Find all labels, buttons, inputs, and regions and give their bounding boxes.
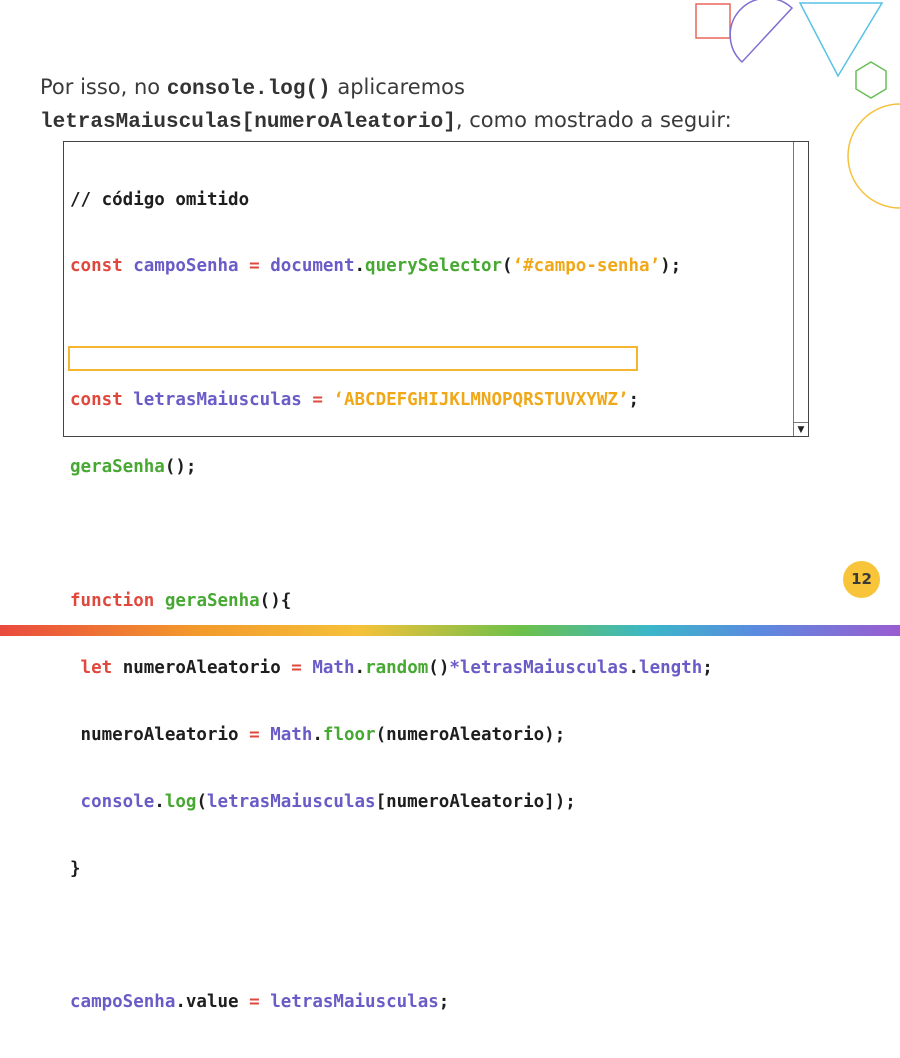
code-line-13: campoSenha.value = letrasMaiusculas;: [70, 991, 713, 1013]
code-line-10: console.log(letrasMaiusculas[numeroAleat…: [70, 791, 713, 813]
comment: // código omitido: [70, 189, 250, 210]
punct: (){: [259, 590, 292, 611]
code-line-4: const letrasMaiusculas = ‘ABCDEFGHIJKLMN…: [70, 389, 713, 411]
identifier: document: [259, 256, 355, 277]
property: .value: [175, 992, 250, 1013]
scroll-down-arrow-icon[interactable]: ▼: [794, 422, 808, 436]
inline-code-console-log: console.log(): [166, 78, 331, 101]
intro-text-2: aplicaremos: [330, 75, 465, 99]
code-line-11: }: [70, 858, 713, 880]
identifier: letrasMaiusculas: [207, 791, 376, 812]
identifier: numeroAleatorio: [70, 724, 250, 745]
intro-text-1: Por isso, no: [40, 75, 167, 99]
operator: =: [291, 657, 302, 678]
triangle-shape: [798, 2, 884, 78]
code-block: // código omitido const campoSenha = doc…: [63, 141, 809, 1012]
punct: (: [196, 791, 207, 812]
circle-arc-shape: [847, 103, 900, 209]
punct: .: [628, 657, 640, 678]
identifier: Math: [301, 657, 355, 678]
identifier: *letrasMaiusculas: [449, 657, 629, 678]
punct: ;: [702, 657, 713, 678]
method: querySelector: [365, 256, 503, 277]
highlight-box: [68, 346, 638, 371]
method: floor: [322, 724, 376, 745]
function-name: geraSenha: [154, 590, 260, 611]
identifier: letrasMaiusculas: [122, 390, 313, 411]
intro-paragraph: Por isso, no console.log() aplicaremos l…: [40, 72, 840, 138]
punct: .: [312, 724, 323, 745]
bottom-gradient-bar: [0, 625, 900, 636]
code-scrollbar[interactable]: ▼: [793, 142, 808, 436]
square-shape: [695, 3, 731, 39]
punct: [numeroAleatorio]);: [375, 791, 576, 812]
code-line-1: // código omitido: [70, 189, 713, 211]
code-line-8: let numeroAleatorio = Math.random()*letr…: [70, 657, 713, 679]
keyword: const: [70, 390, 123, 411]
code-line-7: function geraSenha(){: [70, 590, 713, 612]
property: length: [639, 657, 703, 678]
identifier: campoSenha: [70, 992, 176, 1013]
half-circle-shape: [729, 0, 794, 64]
identifier: numeroAleatorio: [112, 657, 292, 678]
string: ‘#campo-senha’: [512, 256, 661, 277]
punct: ;: [438, 992, 450, 1013]
inline-code-letras-maiusculas: letrasMaiusculas[numeroAleatorio]: [40, 111, 456, 134]
punct: ();: [164, 457, 197, 478]
identifier: Math: [259, 724, 313, 745]
operator: =: [249, 992, 260, 1013]
method: random: [365, 657, 429, 678]
punct: (numeroAleatorio);: [375, 724, 566, 745]
identifier: campoSenha: [122, 256, 250, 277]
operator: =: [249, 256, 260, 277]
keyword: function: [70, 590, 155, 611]
operator: =: [249, 724, 260, 745]
code-line-9: numeroAleatorio = Math.floor(numeroAleat…: [70, 724, 713, 746]
punct: }: [70, 858, 81, 879]
operator: =: [312, 390, 323, 411]
punct: ;: [628, 390, 639, 411]
identifier: letrasMaiusculas: [259, 992, 439, 1013]
identifier: console: [70, 791, 155, 812]
hexagon-shape: [855, 61, 887, 99]
punct: (: [502, 256, 513, 277]
punct: .: [154, 791, 165, 812]
method: log: [164, 791, 197, 812]
keyword: const: [70, 256, 123, 277]
page-number-badge: 12: [843, 561, 880, 598]
code-line-2: const campoSenha = document.querySelecto…: [70, 255, 713, 277]
code-line-5: geraSenha();: [70, 456, 713, 478]
punct: );: [660, 256, 682, 277]
intro-text-3: , como mostrado a seguir:: [455, 108, 732, 132]
code-content: // código omitido const campoSenha = doc…: [70, 144, 713, 1058]
punct: (): [428, 657, 450, 678]
punct: .: [354, 657, 366, 678]
keyword: let: [70, 657, 113, 678]
function-call: geraSenha: [70, 457, 165, 478]
string: ‘ABCDEFGHIJKLMNOPQRSTUVXYWZ’: [322, 390, 629, 411]
punct: .: [354, 256, 366, 277]
